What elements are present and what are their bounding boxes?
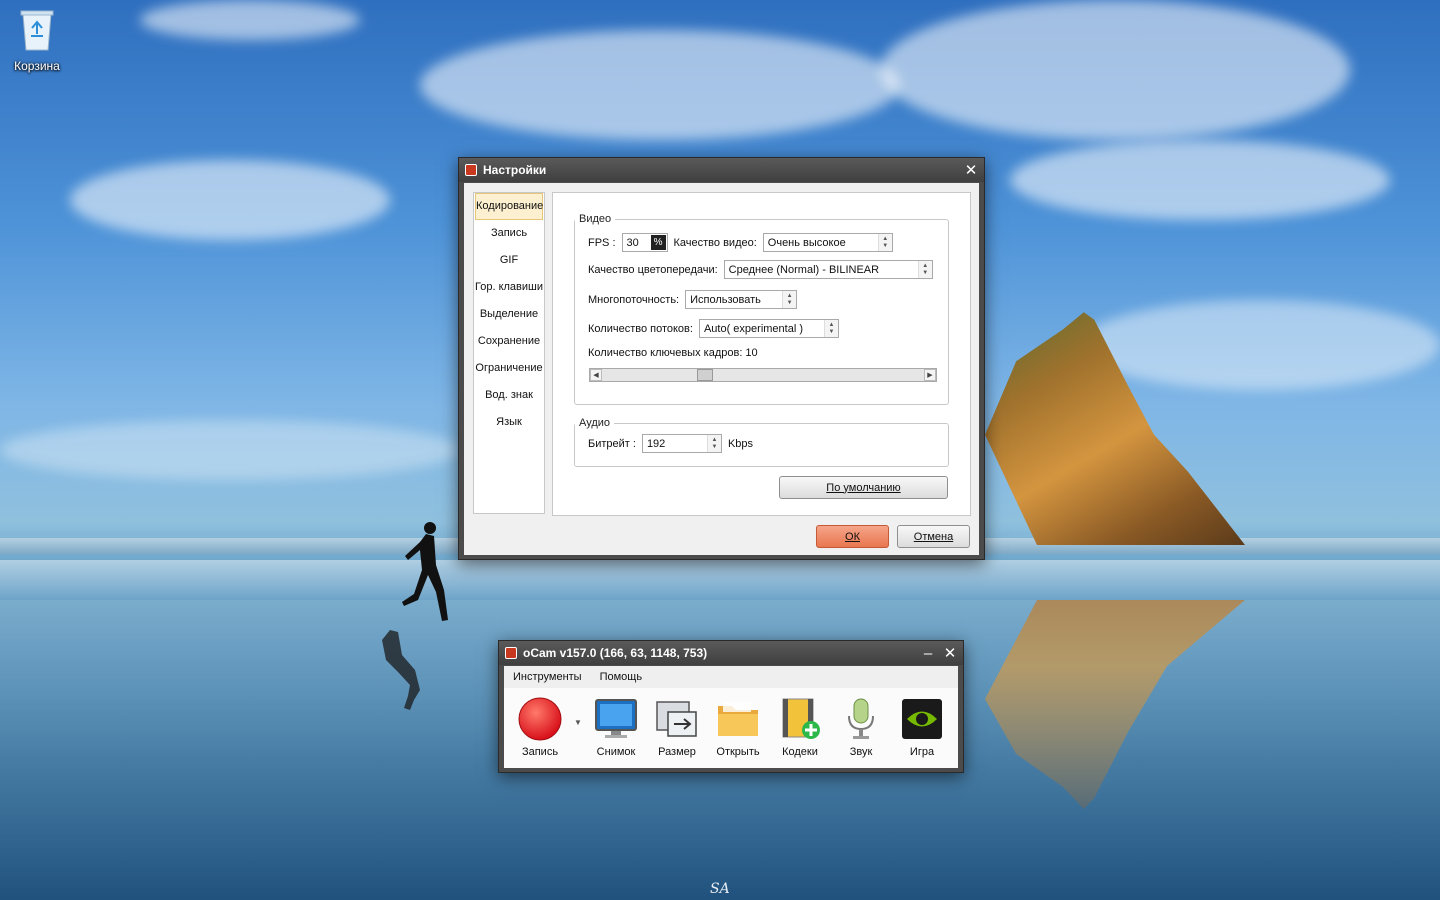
cancel-button[interactable]: Отмена xyxy=(897,525,970,548)
multithread-label: Многопоточность: xyxy=(588,293,680,306)
fps-input[interactable]: 30 % xyxy=(621,233,668,252)
nav-item-recording[interactable]: Запись xyxy=(474,220,544,247)
settings-window: Настройки ✕ Кодирование Запись GIF Гор. … xyxy=(458,157,985,560)
nav-item-limit[interactable]: Ограничение xyxy=(474,355,544,382)
fps-row: FPS : 30 % Качество видео: Очень высокое… xyxy=(588,233,893,252)
bitrate-input[interactable]: 192 ▲ ▼ xyxy=(641,434,722,453)
nav-item-saving[interactable]: Сохранение xyxy=(474,328,544,355)
minimize-button[interactable]: – xyxy=(919,644,937,662)
bitrate-unit: Kbps xyxy=(727,437,754,450)
spinner-icon[interactable]: ▲ ▼ xyxy=(706,435,721,452)
video-quality-label: Качество видео: xyxy=(673,236,757,249)
menu-help[interactable]: Помощь xyxy=(591,671,652,683)
audio-legend: Аудио xyxy=(579,417,611,429)
sound-button[interactable]: Звук xyxy=(833,696,889,758)
bitrate-row: Битрейт : 192 ▲ ▼ Kbps xyxy=(588,434,753,453)
nav-item-watermark[interactable]: Вод. знак xyxy=(474,382,544,409)
chevron-updown-icon: ▲ ▼ xyxy=(917,261,932,278)
keyframes-label: Количество ключевых кадров: 10 xyxy=(588,347,758,359)
nav-item-language[interactable]: Язык xyxy=(474,409,544,436)
keyframes-slider[interactable]: ◀ ▶ xyxy=(589,368,937,382)
ocam-title: oCam v157.0 (166, 63, 1148, 753) xyxy=(523,646,708,660)
video-quality-select[interactable]: Очень высокое ▲ ▼ xyxy=(762,233,893,252)
video-legend: Видео xyxy=(579,213,612,225)
record-icon xyxy=(518,697,562,741)
color-quality-select[interactable]: Среднее (Normal) - BILINEAR ▲ ▼ xyxy=(723,260,933,279)
resize-button[interactable]: Размер xyxy=(649,696,705,758)
multithread-row: Многопоточность: Использовать ▲ ▼ xyxy=(588,290,798,309)
settings-title-bar[interactable]: Настройки xyxy=(459,158,984,182)
chevron-updown-icon: ▲ ▼ xyxy=(823,320,838,337)
resize-icon xyxy=(656,701,697,737)
ocam-app-icon xyxy=(465,164,477,176)
settings-nav: Кодирование Запись GIF Гор. клавиши Выде… xyxy=(473,192,545,514)
nvidia-icon xyxy=(902,699,942,739)
chevron-updown-icon: ▲ ▼ xyxy=(782,291,797,308)
fps-percent-icon[interactable]: % xyxy=(650,235,666,250)
slider-left-arrow-icon[interactable]: ◀ xyxy=(590,369,602,381)
microphone-icon xyxy=(848,698,874,739)
nav-item-encoding[interactable]: Кодирование xyxy=(475,193,543,220)
slider-thumb[interactable] xyxy=(697,369,713,381)
ocam-close-button[interactable]: ✕ xyxy=(941,644,959,662)
default-button[interactable]: По умолчанию xyxy=(779,476,948,499)
monitor-icon xyxy=(595,699,637,738)
color-quality-label: Качество цветопередачи: xyxy=(588,263,718,276)
settings-title: Настройки xyxy=(483,163,547,177)
chevron-down-icon[interactable]: ▼ xyxy=(574,718,582,727)
ocam-menubar: Инструменты Помощь xyxy=(504,666,958,688)
recycle-bin-icon xyxy=(20,10,54,51)
menu-tools[interactable]: Инструменты xyxy=(504,671,591,683)
ocam-title-bar[interactable]: oCam v157.0 (166, 63, 1148, 753) xyxy=(499,641,963,665)
slider-right-arrow-icon[interactable]: ▶ xyxy=(924,369,936,381)
fps-label: FPS : xyxy=(588,236,616,249)
close-icon: ✕ xyxy=(943,645,957,662)
nav-item-gif[interactable]: GIF xyxy=(474,247,544,274)
nav-item-selection[interactable]: Выделение xyxy=(474,301,544,328)
settings-body: Кодирование Запись GIF Гор. клавиши Выде… xyxy=(464,183,979,555)
ocam-app-icon xyxy=(505,647,517,659)
watermark-text: SA xyxy=(710,881,730,897)
open-button[interactable]: Открыть xyxy=(710,696,766,758)
ocam-toolbar: Запись ▼ Снимок Размер Открыть Кодеки Зв… xyxy=(504,688,958,768)
recycle-bin[interactable]: Корзина xyxy=(8,8,66,73)
color-quality-row: Качество цветопередачи: Среднее (Normal)… xyxy=(588,260,933,279)
threads-select[interactable]: Auto( experimental ) ▲ ▼ xyxy=(698,319,839,338)
ok-button[interactable]: ОК xyxy=(816,525,889,548)
chevron-updown-icon: ▲ ▼ xyxy=(877,234,892,251)
screenshot-button[interactable]: Снимок xyxy=(588,696,644,758)
runner-silhouette xyxy=(402,522,448,621)
minimize-icon: – xyxy=(923,644,933,662)
game-button[interactable]: Игра xyxy=(894,696,950,758)
folder-icon xyxy=(718,702,758,736)
multithread-select[interactable]: Использовать ▲ ▼ xyxy=(685,290,798,309)
threads-label: Количество потоков: xyxy=(588,322,693,335)
nav-item-hotkeys[interactable]: Гор. клавиши xyxy=(474,274,544,301)
codecs-button[interactable]: Кодеки xyxy=(772,696,828,758)
close-icon: ✕ xyxy=(964,162,978,179)
recycle-bin-label: Корзина xyxy=(14,59,60,73)
ocam-window: oCam v157.0 (166, 63, 1148, 753) – ✕ Инс… xyxy=(498,640,964,773)
keyframes-row: Количество ключевых кадров: 10 xyxy=(588,347,758,359)
bitrate-label: Битрейт : xyxy=(588,437,636,450)
threads-row: Количество потоков: Auto( experimental )… xyxy=(588,319,839,338)
encoding-panel: Видео FPS : 30 % Качество видео: Очень в… xyxy=(552,192,971,516)
settings-close-button[interactable]: ✕ xyxy=(962,161,980,179)
codec-icon xyxy=(782,698,820,739)
record-button[interactable]: Запись ▼ xyxy=(512,696,582,758)
